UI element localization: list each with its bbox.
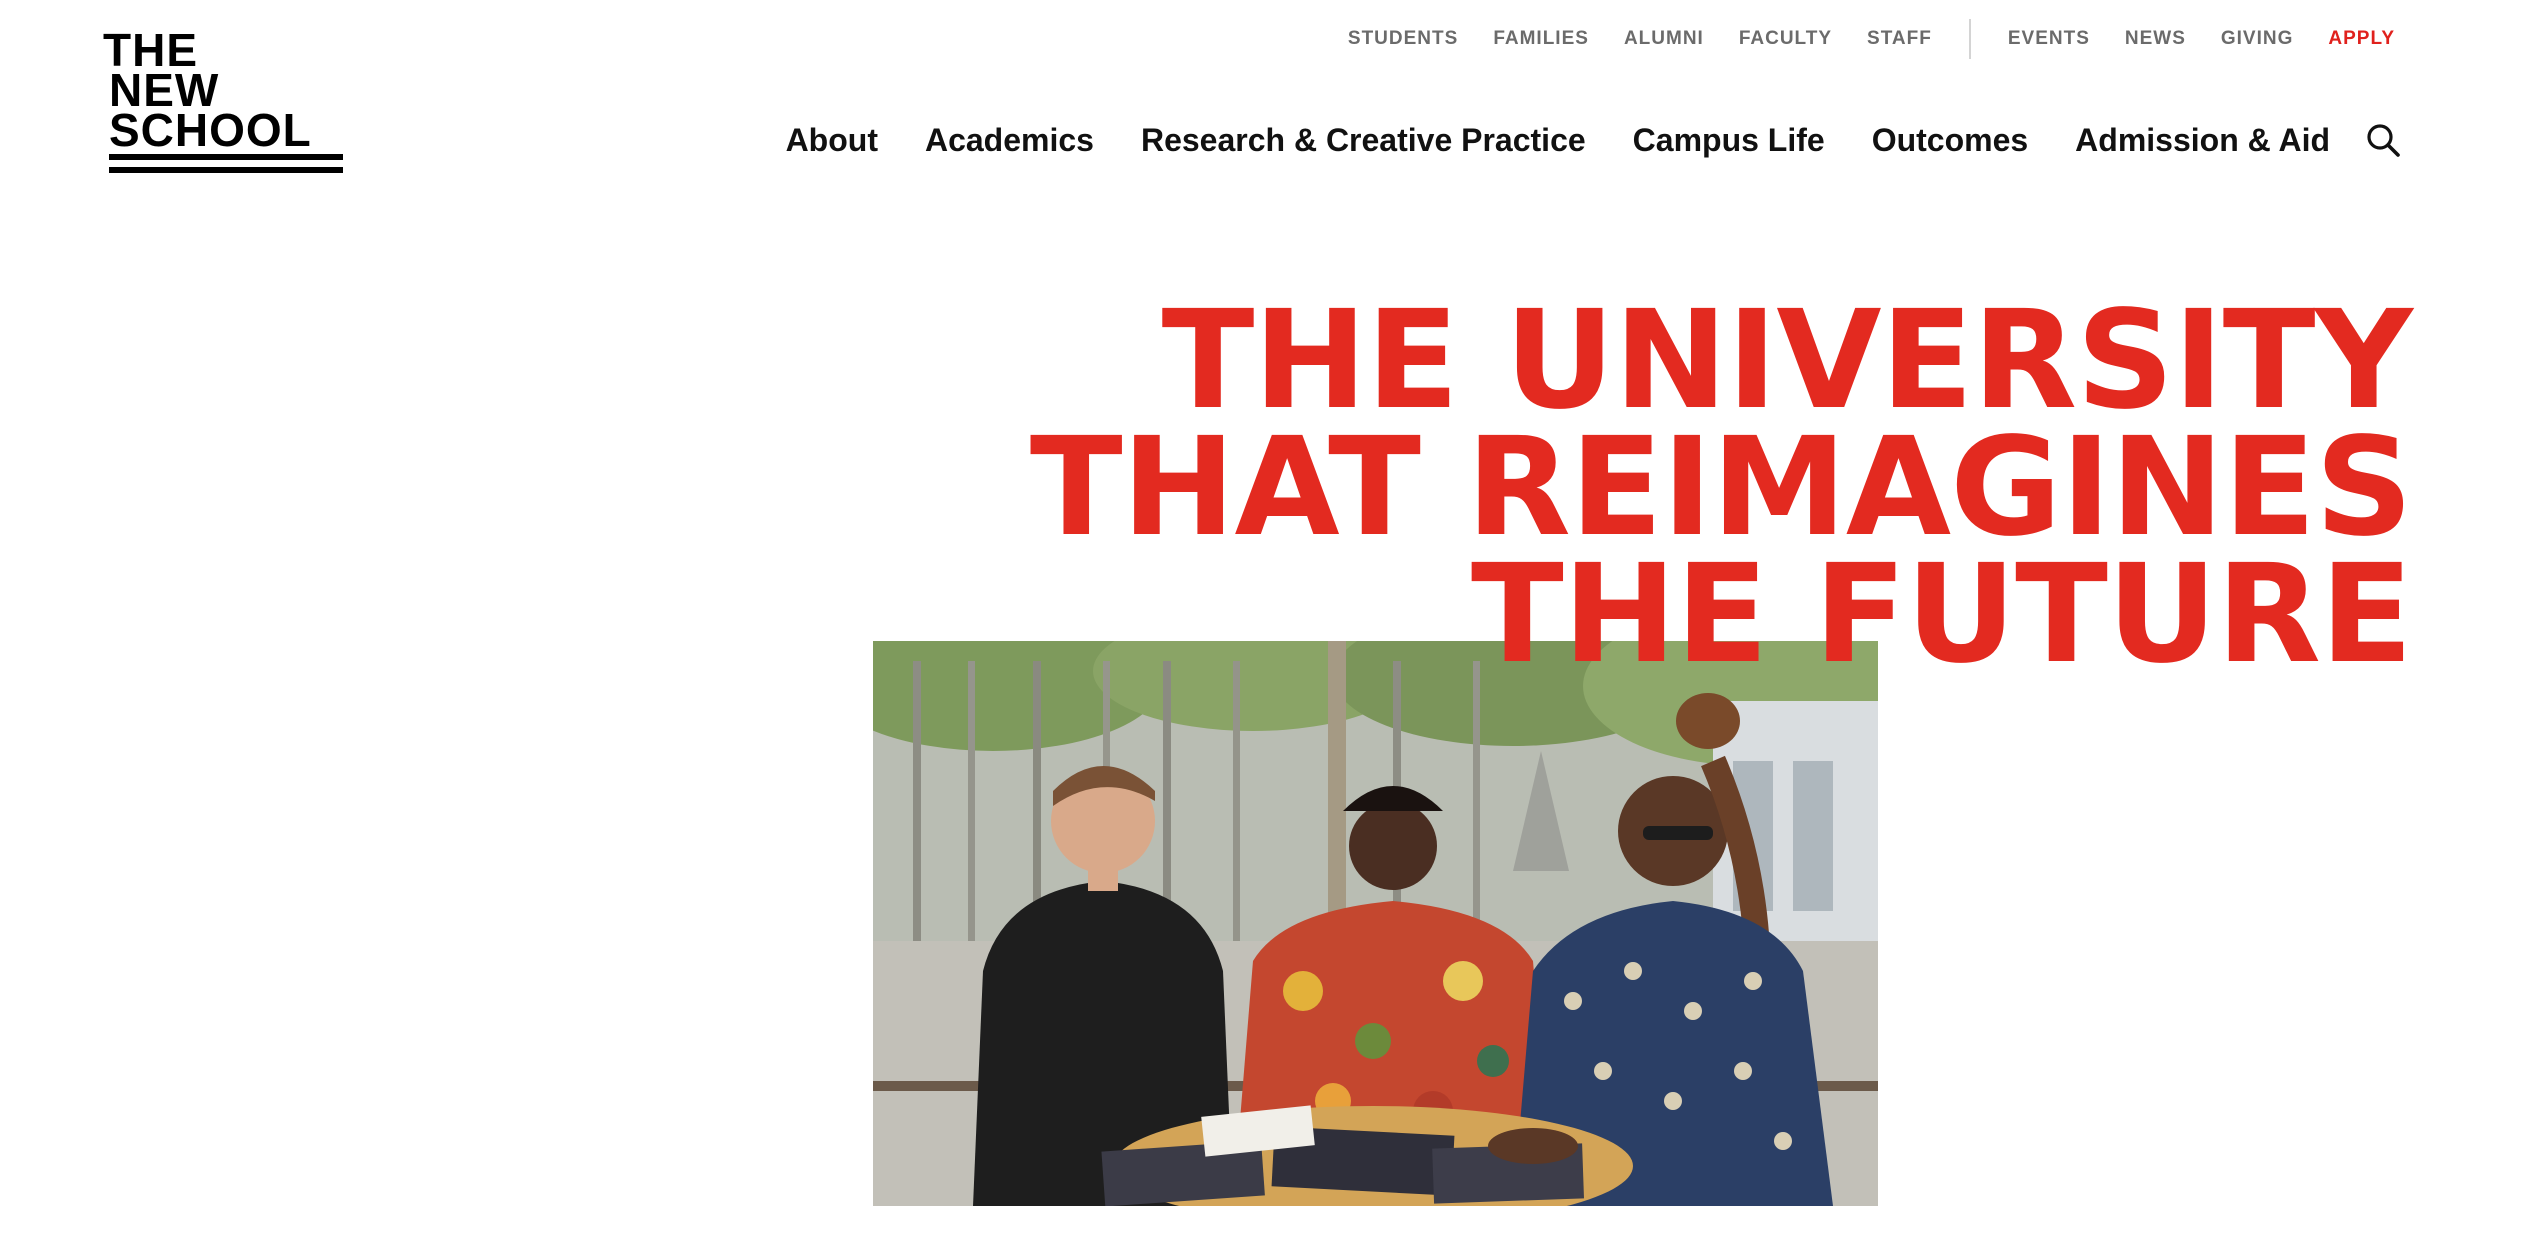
nav-link-about[interactable]: About xyxy=(786,122,878,159)
search-icon xyxy=(2367,124,2400,157)
util-link-staff[interactable]: STAFF xyxy=(1867,28,1932,50)
hero-headline-line-2: THAT REIMAGINES xyxy=(1029,409,2413,567)
util-link-news[interactable]: NEWS xyxy=(2125,28,2186,50)
util-link-students[interactable]: STUDENTS xyxy=(1348,28,1458,50)
util-link-events[interactable]: EVENTS xyxy=(2008,28,2090,50)
util-link-families[interactable]: FAMILIES xyxy=(1493,28,1589,50)
nav-link-research-creative-practice[interactable]: Research & Creative Practice xyxy=(1141,122,1586,159)
utility-nav: STUDENTS FAMILIES ALUMNI FACULTY STAFF E… xyxy=(1348,19,2395,59)
nav-link-outcomes[interactable]: Outcomes xyxy=(1872,122,2028,159)
hero-headline-line-3: THE FUTURE xyxy=(1470,536,2413,694)
hero-headline-line-1: THE UNIVERSITY xyxy=(1161,282,2413,440)
util-link-alumni[interactable]: ALUMNI xyxy=(1624,28,1704,50)
nav-link-campus-life[interactable]: Campus Life xyxy=(1633,122,1825,159)
util-link-giving[interactable]: GIVING xyxy=(2221,28,2294,50)
the-new-school-logo[interactable]: THE NEW SCHOOL xyxy=(103,27,343,182)
utility-nav-divider xyxy=(1968,19,1971,59)
logo-bar xyxy=(109,167,343,173)
hero-photo-students-at-table xyxy=(873,641,1878,1206)
nav-link-admission-aid[interactable]: Admission & Aid xyxy=(2075,122,2330,159)
hero-headline: THE UNIVERSITY THAT REIMAGINES THE FUTUR… xyxy=(712,282,2413,694)
main-nav: About Academics Research & Creative Prac… xyxy=(786,116,2402,164)
util-link-faculty[interactable]: FACULTY xyxy=(1739,28,1832,50)
nav-link-academics[interactable]: Academics xyxy=(925,122,1094,159)
util-link-apply[interactable]: APPLY xyxy=(2328,28,2395,50)
logo-line-3: SCHOOL xyxy=(109,104,312,156)
logo-bar xyxy=(109,154,343,160)
students-photo-illustration xyxy=(873,641,1878,1206)
logo-bars xyxy=(109,154,343,180)
search-button[interactable] xyxy=(2364,121,2402,159)
